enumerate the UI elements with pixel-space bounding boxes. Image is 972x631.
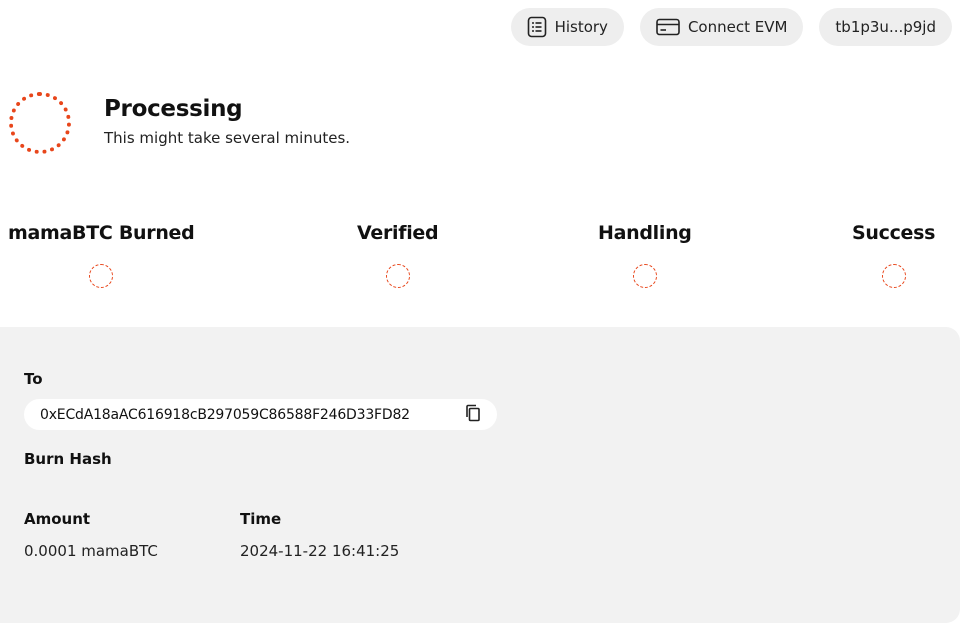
step-success: Success (852, 222, 935, 288)
amount-value: 0.0001 mamaBTC (24, 542, 158, 560)
connect-evm-button[interactable]: Connect EVM (639, 8, 804, 46)
step-verified: Verified (357, 222, 439, 288)
step-label: mamaBTC Burned (8, 222, 195, 244)
copy-icon[interactable] (465, 404, 481, 426)
amount-label: Amount (24, 510, 91, 528)
step-burned: mamaBTC Burned (8, 222, 195, 288)
wallet-address-label: tb1p3u...p9jd (835, 18, 936, 36)
processing-spinner (9, 92, 71, 154)
list-document-icon (527, 16, 547, 38)
step-progress-indicator (89, 264, 114, 288)
time-value: 2024-11-22 16:41:25 (240, 542, 400, 560)
to-address: 0xECdA18aAC616918cB297059C86588F246D33FD… (40, 406, 410, 423)
details-panel: To 0xECdA18aAC616918cB297059C86588F246D3… (0, 327, 960, 623)
to-label: To (24, 370, 43, 388)
step-label: Success (852, 222, 936, 244)
burn-hash-label: Burn Hash (24, 450, 112, 468)
step-label: Handling (598, 222, 692, 244)
step-progress-indicator (632, 264, 657, 288)
card-icon (656, 18, 680, 36)
history-label: History (554, 18, 608, 36)
wallet-address-button[interactable]: tb1p3u...p9jd (819, 8, 952, 46)
status-subtitle: This might take several minutes. (104, 129, 351, 147)
time-label: Time (240, 510, 282, 528)
step-progress-indicator (385, 264, 410, 288)
to-address-field: 0xECdA18aAC616918cB297059C86588F246D33FD… (24, 399, 497, 430)
step-label: Verified (357, 222, 439, 244)
step-progress-indicator (881, 264, 906, 288)
history-button[interactable]: History (510, 8, 624, 46)
top-bar: History Connect EVM tb1p3u...p9jd (510, 8, 952, 46)
connect-evm-label: Connect EVM (687, 18, 788, 36)
step-handling: Handling (598, 222, 692, 288)
status-title: Processing (104, 96, 243, 122)
